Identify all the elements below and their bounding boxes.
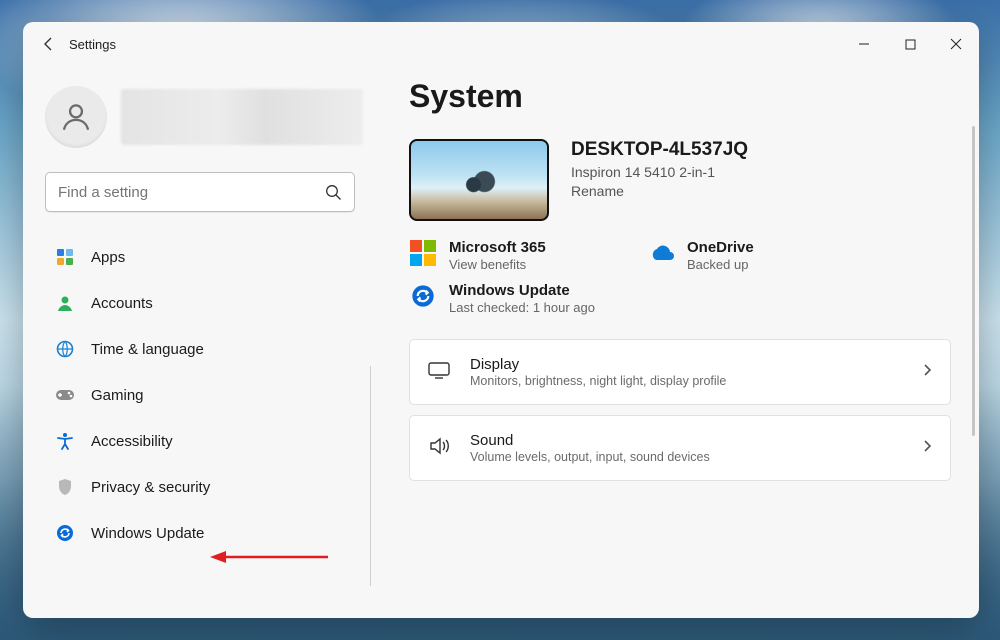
avatar — [45, 86, 107, 148]
device-name: DESKTOP-4L537JQ — [571, 139, 748, 161]
chevron-right-icon — [922, 363, 932, 382]
cloud-icon — [647, 239, 675, 267]
card-label: Display — [470, 356, 726, 373]
close-icon — [950, 38, 962, 50]
minimize-button[interactable] — [841, 22, 887, 66]
sidebar-item-accounts[interactable]: Accounts — [45, 284, 363, 322]
sidebar-item-label: Windows Update — [91, 525, 204, 542]
sidebar-item-privacy[interactable]: Privacy & security — [45, 468, 363, 506]
window-title: Settings — [69, 37, 116, 52]
close-button[interactable] — [933, 22, 979, 66]
person-icon — [59, 100, 93, 134]
update-icon — [409, 282, 437, 310]
display-icon — [428, 361, 450, 384]
arrow-left-icon — [41, 36, 57, 52]
card-sound[interactable]: Sound Volume levels, output, input, soun… — [409, 415, 951, 481]
status-sub: Backed up — [687, 257, 754, 272]
status-label: OneDrive — [687, 239, 754, 256]
accessibility-icon — [55, 431, 75, 451]
accounts-icon — [55, 293, 75, 313]
gaming-icon — [55, 385, 75, 405]
sidebar-divider — [370, 366, 371, 586]
sidebar-item-time-language[interactable]: Time & language — [45, 330, 363, 368]
sidebar-item-label: Accounts — [91, 295, 153, 312]
window-body: Apps Accounts Time & language — [23, 66, 979, 618]
settings-window: Settings — [23, 22, 979, 618]
device-info: DESKTOP-4L537JQ Inspiron 14 5410 2-in-1 … — [571, 139, 748, 199]
setting-cards: Display Monitors, brightness, night ligh… — [409, 339, 951, 481]
search-box[interactable] — [45, 172, 355, 212]
sidebar: Apps Accounts Time & language — [23, 66, 375, 618]
sidebar-item-apps[interactable]: Apps — [45, 238, 363, 276]
device-block: DESKTOP-4L537JQ Inspiron 14 5410 2-in-1 … — [409, 139, 951, 221]
maximize-icon — [905, 39, 916, 50]
nav-list: Apps Accounts Time & language — [45, 238, 363, 552]
main-content: System DESKTOP-4L537JQ Inspiron 14 5410 … — [375, 66, 979, 618]
sidebar-item-label: Time & language — [91, 341, 204, 358]
device-thumbnail[interactable] — [409, 139, 549, 221]
titlebar: Settings — [23, 22, 979, 66]
status-sub: Last checked: 1 hour ago — [449, 300, 595, 315]
window-controls — [841, 22, 979, 66]
sidebar-item-windows-update[interactable]: Windows Update — [45, 514, 363, 552]
update-icon — [55, 523, 75, 543]
globe-icon — [55, 339, 75, 359]
profile-block[interactable] — [45, 86, 363, 148]
microsoft-logo-icon — [409, 239, 437, 267]
search-input[interactable] — [58, 184, 325, 201]
status-sub: View benefits — [449, 257, 546, 272]
sidebar-item-label: Accessibility — [91, 433, 173, 450]
device-rename-link[interactable]: Rename — [571, 183, 748, 199]
maximize-button[interactable] — [887, 22, 933, 66]
sidebar-item-label: Apps — [91, 249, 125, 266]
minimize-icon — [858, 38, 870, 50]
sidebar-item-label: Gaming — [91, 387, 144, 404]
status-m365[interactable]: Microsoft 365 View benefits — [409, 239, 609, 272]
shield-icon — [55, 477, 75, 497]
sidebar-item-gaming[interactable]: Gaming — [45, 376, 363, 414]
device-model: Inspiron 14 5410 2-in-1 — [571, 164, 748, 180]
status-label: Microsoft 365 — [449, 239, 546, 256]
sound-icon — [428, 437, 450, 460]
apps-icon — [55, 247, 75, 267]
card-display[interactable]: Display Monitors, brightness, night ligh… — [409, 339, 951, 405]
sidebar-item-label: Privacy & security — [91, 479, 210, 496]
page-heading: System — [409, 78, 951, 115]
card-label: Sound — [470, 432, 710, 449]
search-icon — [325, 184, 342, 201]
card-sub: Monitors, brightness, night light, displ… — [470, 374, 726, 388]
sidebar-item-accessibility[interactable]: Accessibility — [45, 422, 363, 460]
status-onedrive[interactable]: OneDrive Backed up — [647, 239, 847, 272]
scrollbar[interactable] — [972, 126, 975, 436]
chevron-right-icon — [922, 439, 932, 458]
back-button[interactable] — [41, 36, 69, 52]
status-grid: Microsoft 365 View benefits OneDrive Bac… — [409, 239, 951, 315]
card-sub: Volume levels, output, input, sound devi… — [470, 450, 710, 464]
status-label: Windows Update — [449, 282, 595, 299]
profile-name-redacted — [121, 89, 363, 145]
status-windows-update[interactable]: Windows Update Last checked: 1 hour ago — [409, 282, 951, 315]
